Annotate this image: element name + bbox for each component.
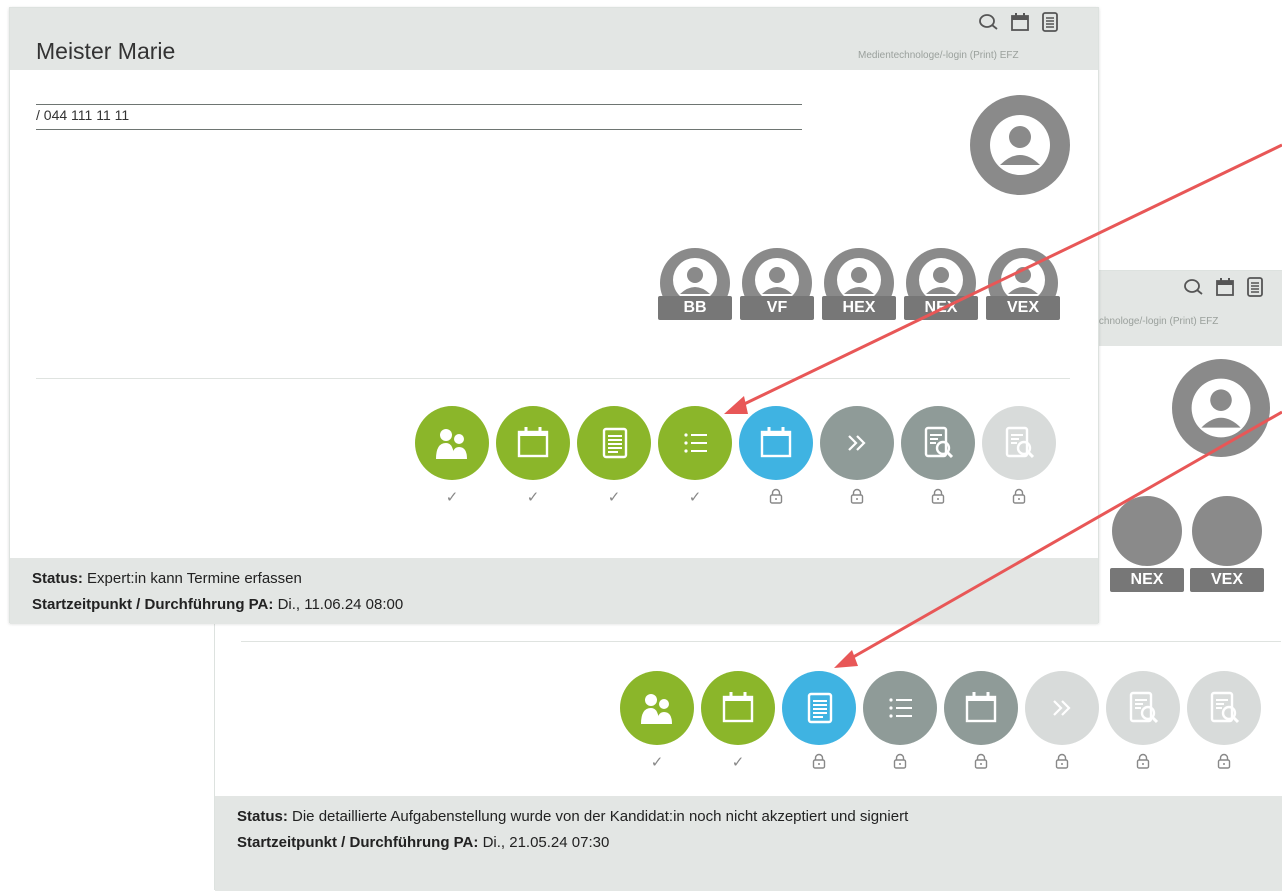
role-label: NEX bbox=[904, 296, 978, 320]
role-label: VEX bbox=[1190, 568, 1264, 592]
status-text: Die detaillierte Aufgabenstellung wurde … bbox=[292, 808, 909, 825]
forward-icon bbox=[837, 423, 877, 463]
lock-icon bbox=[1009, 488, 1029, 508]
step-document-button[interactable] bbox=[782, 671, 856, 745]
chat-icon[interactable] bbox=[1183, 278, 1203, 296]
calendar-icon[interactable] bbox=[1010, 12, 1030, 32]
role-label: VEX bbox=[986, 296, 1060, 320]
step-calendar-button[interactable] bbox=[496, 406, 570, 480]
list-icon bbox=[880, 688, 920, 728]
back-status: Status: Die detaillierte Aufgabenstellun… bbox=[237, 808, 908, 825]
calendar-icon bbox=[718, 688, 758, 728]
start-label: Startzeitpunkt / Durchführung PA: bbox=[32, 596, 274, 613]
lock-icon bbox=[809, 753, 829, 773]
check-icon: ✓ bbox=[688, 489, 702, 506]
calendar-icon bbox=[961, 688, 1001, 728]
calendar-icon bbox=[513, 423, 553, 463]
person-icon bbox=[990, 115, 1050, 175]
role-label: HEX bbox=[822, 296, 896, 320]
check-icon: ✓ bbox=[445, 489, 459, 506]
front-profession: Medientechnologe/-login (Print) EFZ bbox=[858, 50, 1019, 61]
lock-icon bbox=[766, 488, 786, 508]
status-label: Status: bbox=[237, 808, 288, 825]
document-icon[interactable] bbox=[1042, 12, 1058, 32]
step-people-button[interactable] bbox=[415, 406, 489, 480]
lock-icon bbox=[1052, 753, 1072, 773]
front-divider bbox=[36, 378, 1070, 379]
check-icon: ✓ bbox=[731, 754, 745, 771]
chat-icon[interactable] bbox=[978, 13, 998, 31]
check-icon: ✓ bbox=[526, 489, 540, 506]
start-label: Startzeitpunkt / Durchführung PA: bbox=[237, 834, 479, 851]
back-header-icons bbox=[1183, 277, 1263, 297]
check-icon: ✓ bbox=[650, 754, 664, 771]
start-text: Di., 11.06.24 08:00 bbox=[277, 596, 404, 613]
people-icon bbox=[637, 688, 677, 728]
step-people-button[interactable] bbox=[620, 671, 694, 745]
document-icon bbox=[594, 423, 634, 463]
status-text: Expert:in kann Termine erfassen bbox=[87, 570, 302, 587]
step-review-button[interactable] bbox=[1106, 671, 1180, 745]
step-document-button[interactable] bbox=[577, 406, 651, 480]
review-icon bbox=[1123, 688, 1163, 728]
front-status-bar: Status: Expert:in kann Termine erfassen … bbox=[10, 558, 1098, 624]
back-profession: ntechnologe/-login (Print) EFZ bbox=[1085, 316, 1219, 327]
front-status: Status: Expert:in kann Termine erfassen bbox=[32, 570, 302, 587]
review-icon bbox=[918, 423, 958, 463]
lock-icon bbox=[1214, 753, 1234, 773]
review-icon bbox=[999, 423, 1039, 463]
front-header-icons bbox=[978, 12, 1058, 32]
front-start: Startzeitpunkt / Durchführung PA: Di., 1… bbox=[32, 596, 403, 613]
step-review-button[interactable] bbox=[982, 406, 1056, 480]
step-review-button[interactable] bbox=[901, 406, 975, 480]
back-divider bbox=[241, 641, 1281, 642]
document-icon[interactable] bbox=[1247, 277, 1263, 297]
lock-icon bbox=[971, 753, 991, 773]
step-forward-button[interactable] bbox=[1025, 671, 1099, 745]
start-text: Di., 21.05.24 07:30 bbox=[482, 834, 610, 851]
status-label: Status: bbox=[32, 570, 83, 587]
front-roles: BB VF HEX NEX VEX bbox=[658, 248, 1078, 328]
list-icon bbox=[675, 423, 715, 463]
front-card-header: Meister Marie Medientechnologe/-login (P… bbox=[10, 8, 1098, 70]
role-label: VF bbox=[740, 296, 814, 320]
front-card: Meister Marie Medientechnologe/-login (P… bbox=[9, 7, 1099, 624]
role-label: BB bbox=[658, 296, 732, 320]
back-start: Startzeitpunkt / Durchführung PA: Di., 2… bbox=[237, 834, 609, 851]
candidate-name: Meister Marie bbox=[36, 38, 176, 64]
step-list-button[interactable] bbox=[863, 671, 937, 745]
step-list-button[interactable] bbox=[658, 406, 732, 480]
lock-icon bbox=[928, 488, 948, 508]
forward-icon bbox=[1042, 688, 1082, 728]
back-candidate-avatar bbox=[1172, 359, 1270, 457]
person-icon bbox=[1191, 378, 1251, 438]
front-candidate-avatar bbox=[970, 95, 1070, 195]
back-status-bar: Status: Die detaillierte Aufgabenstellun… bbox=[215, 796, 1282, 891]
role-label: NEX bbox=[1110, 568, 1184, 592]
people-icon bbox=[432, 423, 472, 463]
phone-field: / 044 111 11 11 bbox=[36, 104, 802, 130]
document-icon bbox=[799, 688, 839, 728]
phone-value: / 044 111 11 11 bbox=[36, 107, 130, 123]
step-calendar-button[interactable] bbox=[701, 671, 775, 745]
calendar-icon bbox=[756, 423, 796, 463]
back-steps: ✓ ✓ bbox=[620, 649, 1261, 771]
step-forward-button[interactable] bbox=[820, 406, 894, 480]
review-icon bbox=[1204, 688, 1244, 728]
check-icon: ✓ bbox=[607, 489, 621, 506]
lock-icon bbox=[890, 753, 910, 773]
avatar bbox=[1112, 496, 1182, 566]
lock-icon bbox=[847, 488, 867, 508]
step-calendar-button[interactable] bbox=[739, 406, 813, 480]
step-calendar-button[interactable] bbox=[944, 671, 1018, 745]
avatar bbox=[1192, 496, 1262, 566]
step-review-button[interactable] bbox=[1187, 671, 1261, 745]
calendar-icon[interactable] bbox=[1215, 277, 1235, 297]
lock-icon bbox=[1133, 753, 1153, 773]
front-steps: ✓ ✓ ✓ ✓ bbox=[415, 406, 1056, 516]
